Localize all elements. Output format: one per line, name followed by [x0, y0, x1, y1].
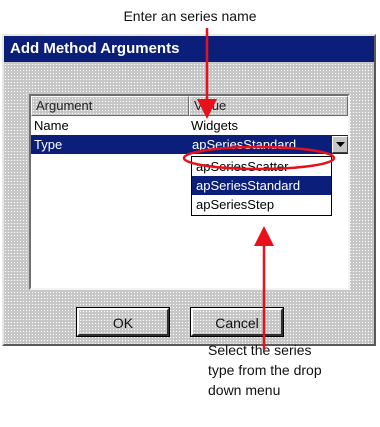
highlight-ellipse [182, 145, 336, 171]
annotation-overlay [182, 28, 336, 350]
